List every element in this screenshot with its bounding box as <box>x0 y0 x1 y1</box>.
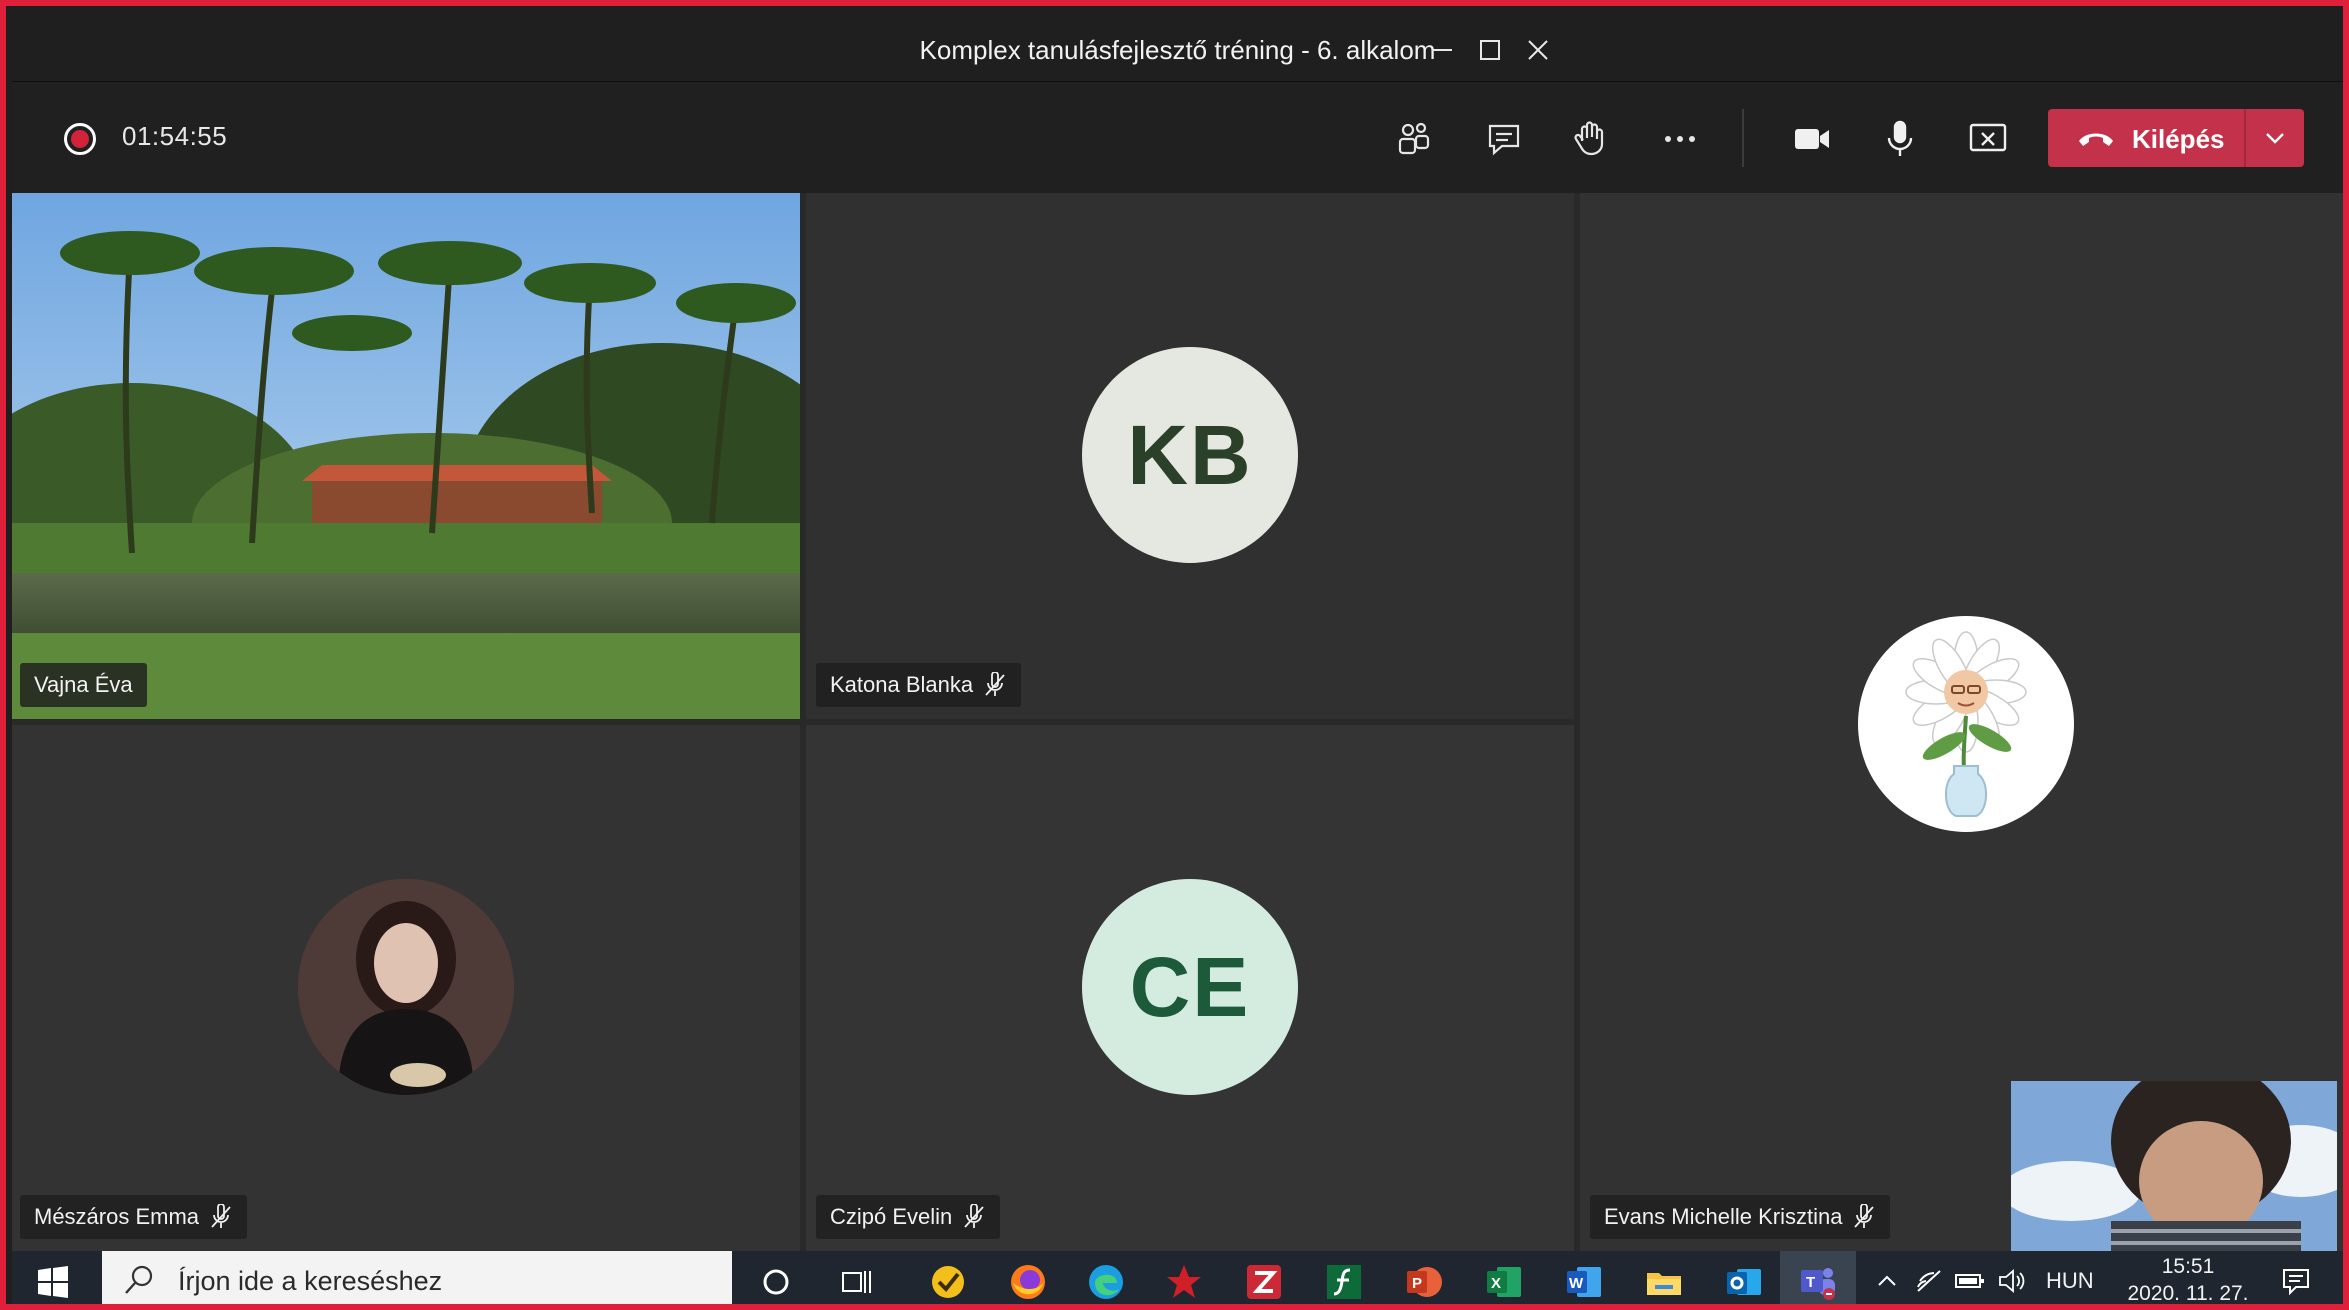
participant-name-label: Katona Blanka <box>816 663 1022 707</box>
excel-icon[interactable]: X <box>1482 1260 1526 1304</box>
title-bar: Komplex tanulásfejlesztő tréning - 6. al… <box>12 12 2343 82</box>
svg-text:W: W <box>1569 1275 1584 1292</box>
meeting-timer: 01:54:55 <box>122 121 228 151</box>
avatar: CE <box>1082 879 1298 1095</box>
edge-icon[interactable] <box>1084 1260 1128 1304</box>
teams-icon[interactable]: T <box>1796 1260 1840 1304</box>
firefox-icon[interactable] <box>1006 1260 1050 1304</box>
participant-tile[interactable]: CE Czipó Evelin <box>806 725 1574 1251</box>
app-window: Komplex tanulásfejlesztő tréning - 6. al… <box>0 0 2349 1310</box>
participant-tile[interactable]: Vajna Éva <box>12 193 800 719</box>
svg-text:X: X <box>1491 1275 1501 1292</box>
window-title: Komplex tanulásfejlesztő tréning - 6. al… <box>919 35 1436 65</box>
raise-hand-icon[interactable] <box>1564 113 1616 165</box>
svg-text:T: T <box>1806 1274 1815 1291</box>
mic-muted-icon <box>1854 1204 1875 1228</box>
participant-name-label: Vajna Éva <box>20 663 147 707</box>
participants-icon[interactable] <box>1388 113 1440 165</box>
participant-tile[interactable]: KB Katona Blanka <box>806 193 1574 719</box>
svg-text:P: P <box>1412 1275 1422 1292</box>
powerpoint-icon[interactable]: P <box>1402 1260 1446 1304</box>
minimize-icon[interactable] <box>1420 28 1464 72</box>
profile-photo <box>298 879 514 1095</box>
search-icon <box>125 1265 153 1294</box>
chat-icon[interactable] <box>1478 113 1530 165</box>
search-placeholder: Írjon ide a kereséshez <box>178 1266 443 1296</box>
microphone-icon[interactable] <box>1874 113 1926 165</box>
participant-video <box>12 193 800 719</box>
leave-button-divider <box>2244 109 2246 167</box>
cortana-icon[interactable] <box>754 1260 798 1304</box>
language-indicator[interactable]: HUN <box>2046 1268 2094 1294</box>
chevron-down-icon[interactable] <box>2258 121 2292 155</box>
avatar: KB <box>1082 347 1298 563</box>
participant-tile[interactable]: Evans Michelle Krisztina <box>1580 193 2343 1251</box>
participant-tile[interactable]: Mészáros Emma <box>12 725 800 1251</box>
participant-name-label: Evans Michelle Krisztina <box>1590 1195 1891 1239</box>
participant-name: Katona Blanka <box>830 672 974 697</box>
close-icon[interactable] <box>1516 28 1560 72</box>
mic-muted-icon <box>964 1204 984 1228</box>
video-grid: Vajna Éva KB Katona Blanka Evans Michell… <box>12 193 2343 1251</box>
start-icon[interactable] <box>36 1265 70 1299</box>
more-options-icon[interactable] <box>1654 113 1706 165</box>
mic-muted-icon <box>985 672 1005 696</box>
participant-name-label: Czipó Evelin <box>816 1195 1001 1239</box>
todo-icon[interactable] <box>926 1260 970 1304</box>
clock-time[interactable]: 15:51 <box>2148 1255 2228 1279</box>
recording-dot-icon <box>64 123 96 155</box>
volume-icon[interactable] <box>1996 1267 2028 1295</box>
chevron-up-icon[interactable] <box>1874 1269 1900 1293</box>
outlook-icon[interactable] <box>1722 1260 1766 1304</box>
meeting-toolbar: 01:54:55 Kilépés <box>12 83 2343 193</box>
participant-name: Mészáros Emma <box>34 1204 200 1229</box>
toolbar-divider <box>1742 109 1744 167</box>
mic-muted-icon <box>211 1204 231 1228</box>
clock-date[interactable]: 2020. 11. 27. <box>2110 1282 2266 1304</box>
camera-icon[interactable] <box>1786 113 1838 165</box>
share-screen-icon[interactable] <box>1962 113 2014 165</box>
participant-name-label: Mészáros Emma <box>20 1195 248 1239</box>
file-explorer-icon[interactable] <box>1642 1260 1686 1304</box>
battery-icon[interactable] <box>1954 1269 1986 1293</box>
notifications-icon[interactable] <box>2280 1265 2312 1297</box>
zotero-icon[interactable] <box>1242 1260 1286 1304</box>
task-view-icon[interactable] <box>834 1260 878 1304</box>
leave-button[interactable]: Kilépés <box>2048 109 2304 167</box>
windows-taskbar: Írjon ide a kereséshez P X W T HUN 15:51… <box>12 1251 2343 1304</box>
word-icon[interactable]: W <box>1562 1260 1606 1304</box>
flash-icon[interactable] <box>1322 1260 1366 1304</box>
daisy-emoji-avatar <box>1858 616 2074 832</box>
leave-button-label: Kilépés <box>2132 124 2225 154</box>
app-red-icon[interactable] <box>1162 1260 1206 1304</box>
maximize-icon[interactable] <box>1468 28 1512 72</box>
hang-up-icon <box>2079 133 2113 146</box>
participant-name: Evans Michelle Krisztina <box>1604 1204 1843 1229</box>
participant-name: Czipó Evelin <box>830 1204 953 1229</box>
participant-name: Vajna Éva <box>34 672 133 697</box>
self-camera-preview[interactable] <box>2011 1081 2337 1251</box>
network-icon[interactable] <box>1914 1267 1944 1295</box>
search-box[interactable]: Írjon ide a kereséshez <box>102 1251 732 1304</box>
